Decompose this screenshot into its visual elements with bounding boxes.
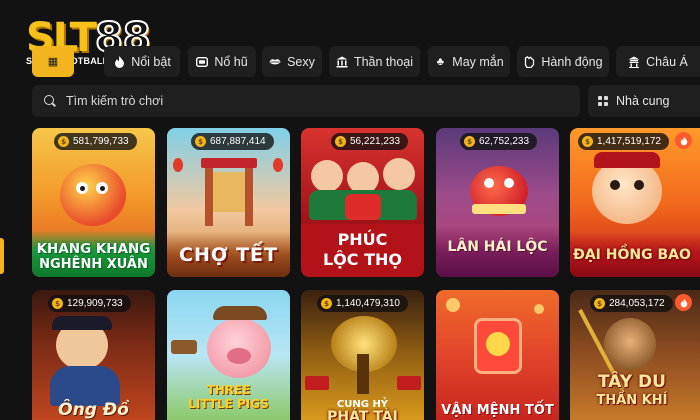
coin-icon: $ xyxy=(594,298,605,309)
game-subtitle: PHÁT TÀI xyxy=(327,409,398,420)
jackpot-amount: 687,887,414 xyxy=(210,136,266,147)
game-card[interactable]: THREE LITTLE PIGS xyxy=(167,290,290,420)
tab-mythology[interactable]: Thần thoại xyxy=(329,46,420,77)
pagoda-icon xyxy=(628,56,640,68)
tab-lucky[interactable]: ♣ May mắn xyxy=(428,46,510,77)
coin-icon: $ xyxy=(335,136,346,147)
side-drawer-handle[interactable] xyxy=(0,238,4,274)
coin-icon: $ xyxy=(321,298,332,309)
tab-label: Sexy xyxy=(287,54,315,69)
game-card[interactable]: CHỢ TẾT $ 687,887,414 xyxy=(167,128,290,277)
tab-all[interactable]: ▦ xyxy=(32,46,74,77)
game-subtitle: LỘC THỌ xyxy=(322,250,402,269)
tab-label: Nổ hũ xyxy=(214,54,248,69)
tab-featured[interactable]: Nổi bật xyxy=(104,46,180,77)
jackpot-badge: $ 687,887,414 xyxy=(191,133,274,150)
provider-filter[interactable]: Nhà cung xyxy=(588,85,700,117)
slot-machine-icon xyxy=(196,56,209,68)
tab-label: Nổi bật xyxy=(131,54,171,69)
jackpot-amount: 284,053,172 xyxy=(609,298,665,309)
jackpot-amount: 62,752,233 xyxy=(479,136,530,147)
game-card[interactable]: VẬN MỆNH TỐT xyxy=(436,290,559,420)
coin-icon: $ xyxy=(195,136,206,147)
tab-label: Thần thoại xyxy=(353,54,414,69)
jackpot-badge: $ 581,799,733 xyxy=(54,133,137,150)
coin-icon: $ xyxy=(582,136,593,147)
game-card[interactable]: PHÚC LỘC THỌ $ 56,221,233 xyxy=(301,128,424,277)
jackpot-badge: $ 1,417,519,172 xyxy=(578,133,669,150)
tab-label: Châu Á xyxy=(646,54,688,69)
jackpot-amount: 129,909,733 xyxy=(67,298,123,309)
game-card[interactable]: KHANG KHANG NGHÊNH XUÂN $ 581,799,733 xyxy=(32,128,155,277)
jackpot-amount: 581,799,733 xyxy=(73,136,129,147)
game-card[interactable]: LÂN HÁI LỘC $ 62,752,233 xyxy=(436,128,559,277)
grid-icon: ▦ xyxy=(47,56,59,68)
game-card[interactable]: CUNG HỶ PHÁT TÀI $ 1,140,479,310 xyxy=(301,290,424,420)
jackpot-amount: 1,417,519,172 xyxy=(597,136,661,147)
jackpot-badge: $ 284,053,172 xyxy=(590,295,673,312)
jackpot-amount: 56,221,233 xyxy=(350,136,401,147)
jackpot-badge: $ 129,909,733 xyxy=(48,295,131,312)
tab-action[interactable]: Hành động xyxy=(517,46,609,77)
jackpot-amount: 1,140,479,310 xyxy=(336,298,400,309)
category-tabs: ▦ Nổi bật Nổ hũ Sexy Thần thoại ♣ May mắ… xyxy=(32,46,700,78)
game-card[interactable]: Ông Đồ $ 129,909,733 xyxy=(32,290,155,420)
coin-icon: $ xyxy=(52,298,63,309)
game-title: CHỢ TẾT xyxy=(179,244,278,266)
game-card[interactable]: TÂY DU THẦN KHÍ $ 284,053,172 xyxy=(570,290,700,420)
tab-label: May mắn xyxy=(452,54,504,69)
game-title: PHÚC xyxy=(337,230,388,249)
lips-icon xyxy=(269,56,281,68)
coin-icon: $ xyxy=(58,136,69,147)
coin-icon: $ xyxy=(464,136,475,147)
jackpot-badge: $ 62,752,233 xyxy=(460,133,538,150)
tab-asia[interactable]: Châu Á xyxy=(616,46,700,77)
provider-filter-label: Nhà cung xyxy=(616,94,670,108)
game-subtitle: LITTLE PIGS xyxy=(188,397,269,411)
tab-label: Hành động xyxy=(541,54,603,69)
game-title: Ông Đồ xyxy=(58,400,129,420)
jackpot-badge: $ 1,140,479,310 xyxy=(317,295,408,312)
hot-icon xyxy=(675,294,692,311)
search-input[interactable] xyxy=(66,94,546,108)
fist-icon xyxy=(523,55,535,68)
game-title: LÂN HÁI LỘC xyxy=(447,239,548,255)
search-icon xyxy=(44,95,56,107)
fire-icon xyxy=(113,55,125,68)
hot-icon xyxy=(675,132,692,149)
game-subtitle: NGHÊNH XUÂN xyxy=(39,257,148,272)
game-title: THREE xyxy=(206,383,251,397)
jackpot-badge: $ 56,221,233 xyxy=(331,133,409,150)
tab-jackpot[interactable]: Nổ hũ xyxy=(188,46,256,77)
grid-icon xyxy=(598,96,608,106)
clover-icon: ♣ xyxy=(436,55,444,68)
game-title: VẬN MỆNH TỐT xyxy=(441,403,554,418)
game-title: ĐẠI HỒNG BAO xyxy=(573,247,691,263)
game-subtitle: THẦN KHÍ xyxy=(596,393,668,408)
game-title: TÂY DU xyxy=(598,372,666,392)
game-title: KHANG KHANG xyxy=(36,241,151,257)
tab-sexy[interactable]: Sexy xyxy=(262,46,322,77)
temple-icon xyxy=(336,56,348,68)
search-bar[interactable] xyxy=(32,85,580,117)
game-card[interactable]: ĐẠI HỒNG BAO $ 1,417,519,172 xyxy=(570,128,700,277)
